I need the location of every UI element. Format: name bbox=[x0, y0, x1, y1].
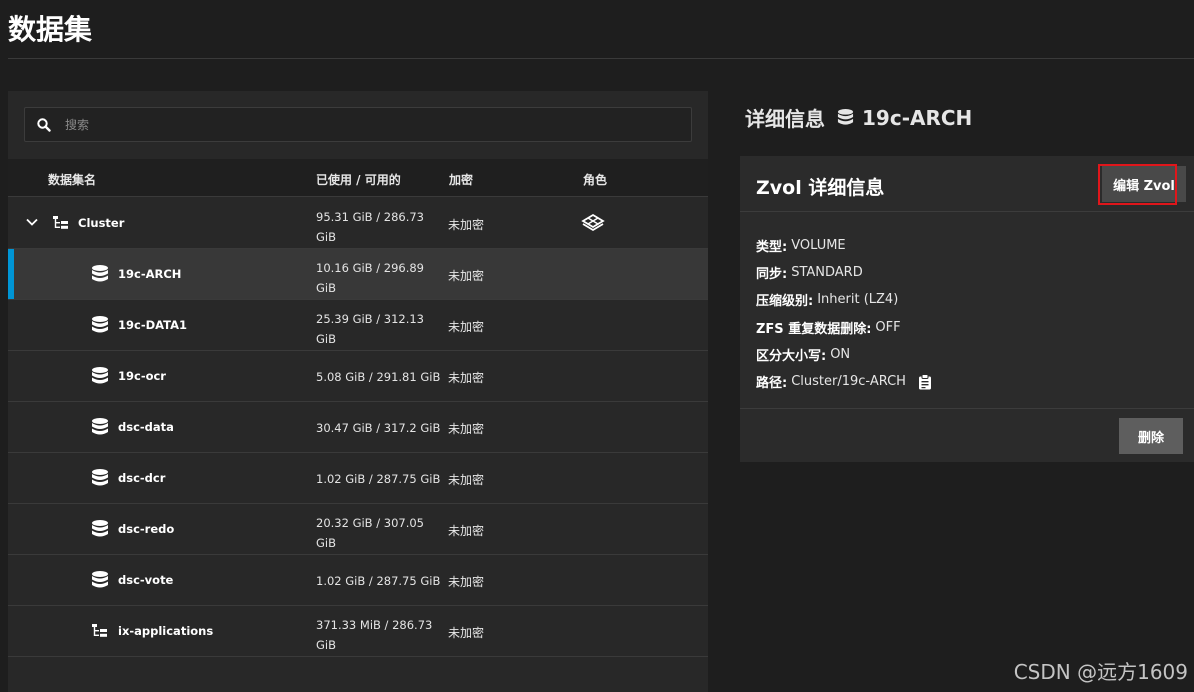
table-row[interactable]: dsc-redo 20.32 GiB / 307.05 GiB 未加密 bbox=[8, 504, 708, 555]
dataset-usage: 1.02 GiB / 287.75 GiB bbox=[316, 574, 441, 588]
dataset-name: ix-applications bbox=[118, 624, 214, 638]
dataset-name: 19c-ARCH bbox=[118, 267, 182, 281]
search-box[interactable] bbox=[24, 107, 692, 142]
dataset-encryption: 未加密 bbox=[448, 371, 485, 385]
property-key: ZFS 重复数据删除: bbox=[756, 321, 872, 337]
dataset-usage: 20.32 GiB / 307.05 GiB bbox=[316, 516, 424, 550]
property-key: 同步: bbox=[756, 267, 788, 283]
dataset-name: dsc-dcr bbox=[118, 471, 166, 485]
title-divider bbox=[8, 58, 1194, 59]
search-icon bbox=[36, 117, 52, 133]
share-roles-icon bbox=[581, 212, 605, 232]
property-value: VOLUME bbox=[791, 238, 846, 254]
database-icon bbox=[91, 315, 109, 335]
table-row[interactable]: 19c-DATA1 25.39 GiB / 312.13 GiB 未加密 bbox=[8, 300, 708, 351]
dataset-encryption: 未加密 bbox=[448, 473, 485, 487]
column-header-used[interactable]: 已使用 / 可用的 bbox=[316, 171, 401, 188]
dataset-encryption: 未加密 bbox=[448, 626, 485, 640]
property-value: Inherit (LZ4) bbox=[817, 292, 899, 308]
dataset-encryption: 未加密 bbox=[448, 422, 485, 436]
dataset-usage: 1.02 GiB / 287.75 GiB bbox=[316, 472, 441, 486]
property-value: OFF bbox=[875, 319, 901, 335]
dataset-name: dsc-data bbox=[118, 420, 174, 434]
property-key: 压缩级别: bbox=[756, 294, 814, 310]
column-header-name[interactable]: 数据集名 bbox=[48, 171, 96, 188]
property-sync: 同步: STANDARD bbox=[756, 259, 932, 286]
card-header: Zvol 详细信息 编辑 Zvol bbox=[740, 156, 1194, 212]
details-heading-label: 详细信息 bbox=[745, 107, 825, 131]
delete-button[interactable]: 删除 bbox=[1119, 418, 1183, 454]
table-row[interactable]: Cluster 95.31 GiB / 286.73 GiB 未加密 bbox=[8, 198, 708, 249]
database-icon bbox=[91, 264, 109, 284]
dataset-usage: 10.16 GiB / 296.89 GiB bbox=[316, 261, 424, 295]
dataset-name: dsc-vote bbox=[118, 573, 174, 587]
property-compression: 压缩级别: Inherit (LZ4) bbox=[756, 286, 932, 313]
column-header-role[interactable]: 角色 bbox=[583, 171, 607, 188]
table-header: 数据集名 已使用 / 可用的 加密 角色 bbox=[8, 159, 708, 197]
tree-icon bbox=[52, 213, 70, 233]
dataset-name: 19c-DATA1 bbox=[118, 318, 187, 332]
property-list: 类型: VOLUME 同步: STANDARD 压缩级别: Inherit (L… bbox=[756, 232, 932, 395]
property-path: 路径: Cluster/19c-ARCH bbox=[756, 368, 932, 395]
database-icon bbox=[91, 468, 109, 488]
database-icon bbox=[91, 570, 109, 590]
dataset-usage: 5.08 GiB / 291.81 GiB bbox=[316, 370, 441, 384]
dataset-usage: 371.33 MiB / 286.73 GiB bbox=[316, 618, 433, 652]
property-value: STANDARD bbox=[791, 265, 863, 281]
property-case-sensitivity: 区分大小写: ON bbox=[756, 341, 932, 368]
property-key: 类型: bbox=[756, 240, 788, 256]
property-value: ON bbox=[830, 346, 851, 362]
dataset-encryption: 未加密 bbox=[448, 218, 485, 232]
property-type: 类型: VOLUME bbox=[756, 232, 932, 259]
property-key: 路径: bbox=[756, 376, 788, 392]
dataset-encryption: 未加密 bbox=[448, 575, 485, 589]
datasets-panel: 数据集名 已使用 / 可用的 加密 角色 Cluster 95.31 GiB /… bbox=[8, 91, 708, 692]
dataset-usage: 25.39 GiB / 312.13 GiB bbox=[316, 312, 424, 346]
watermark: CSDN @远方1609 bbox=[1013, 660, 1188, 684]
table-row[interactable]: ix-applications 371.33 MiB / 286.73 GiB … bbox=[8, 606, 708, 657]
page-title: 数据集 bbox=[8, 13, 93, 46]
database-icon bbox=[837, 108, 854, 127]
table-row[interactable]: 19c-ARCH 10.16 GiB / 296.89 GiB 未加密 bbox=[8, 249, 708, 300]
chevron-down-icon[interactable] bbox=[25, 215, 39, 229]
details-dataset-name: 19c-ARCH bbox=[862, 105, 973, 130]
property-key: 区分大小写: bbox=[756, 348, 827, 364]
edit-zvol-button[interactable]: 编辑 Zvol bbox=[1102, 166, 1186, 202]
table-row[interactable]: dsc-data 30.47 GiB / 317.2 GiB 未加密 bbox=[8, 402, 708, 453]
zvol-details-card: Zvol 详细信息 编辑 Zvol 类型: VOLUME 同步: STANDAR… bbox=[740, 156, 1194, 462]
dataset-tree: Cluster 95.31 GiB / 286.73 GiB 未加密 19c-A… bbox=[8, 198, 708, 657]
database-icon bbox=[91, 519, 109, 539]
dataset-name: Cluster bbox=[78, 216, 125, 230]
dataset-usage: 95.31 GiB / 286.73 GiB bbox=[316, 210, 424, 244]
dataset-encryption: 未加密 bbox=[448, 524, 485, 538]
table-row[interactable]: dsc-dcr 1.02 GiB / 287.75 GiB 未加密 bbox=[8, 453, 708, 504]
details-heading: 详细信息 19c-ARCH bbox=[745, 103, 972, 132]
property-value: Cluster/19c-ARCH bbox=[791, 374, 906, 390]
column-header-encryption[interactable]: 加密 bbox=[449, 171, 473, 188]
property-dedup: ZFS 重复数据删除: OFF bbox=[756, 314, 932, 341]
table-row[interactable]: dsc-vote 1.02 GiB / 287.75 GiB 未加密 bbox=[8, 555, 708, 606]
dataset-encryption: 未加密 bbox=[448, 269, 485, 283]
dataset-name: 19c-ocr bbox=[118, 369, 166, 383]
table-row[interactable]: 19c-ocr 5.08 GiB / 291.81 GiB 未加密 bbox=[8, 351, 708, 402]
card-title: Zvol 详细信息 bbox=[756, 177, 885, 199]
dataset-encryption: 未加密 bbox=[448, 320, 485, 334]
database-icon bbox=[91, 417, 109, 437]
database-icon bbox=[91, 366, 109, 386]
card-footer-divider bbox=[740, 408, 1194, 409]
copy-clipboard-icon[interactable] bbox=[918, 373, 932, 390]
tree-icon bbox=[91, 621, 109, 641]
search-input[interactable] bbox=[65, 117, 625, 132]
dataset-usage: 30.47 GiB / 317.2 GiB bbox=[316, 421, 441, 435]
dataset-name: dsc-redo bbox=[118, 522, 175, 536]
